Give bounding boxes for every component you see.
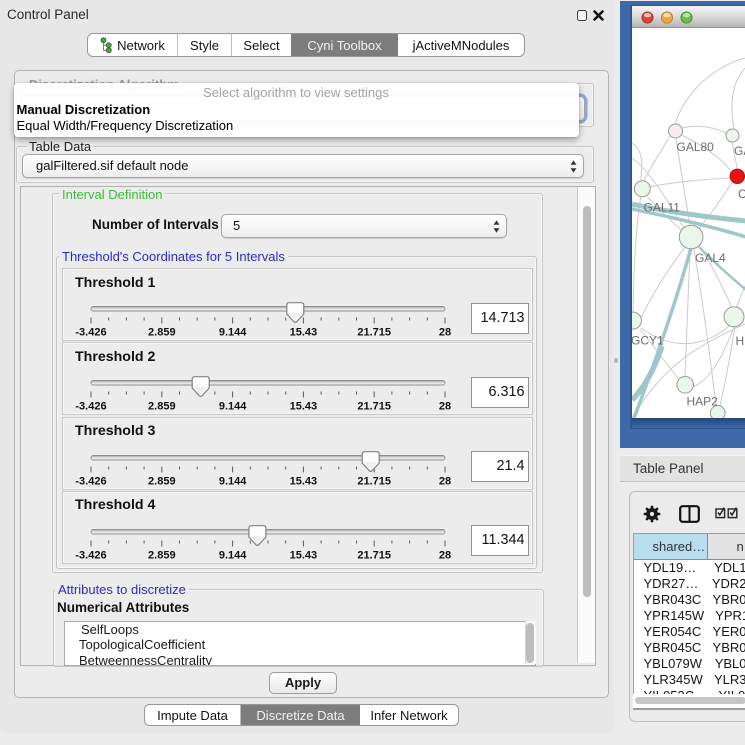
svg-text:28: 28 xyxy=(439,327,451,339)
svg-text:H: H xyxy=(735,334,744,348)
svg-text:2.859: 2.859 xyxy=(148,549,176,561)
svg-text:-3.426: -3.426 xyxy=(75,549,106,561)
svg-text:-3.426: -3.426 xyxy=(75,401,106,413)
svg-text:HAP2: HAP2 xyxy=(686,395,718,409)
svg-text:GA: GA xyxy=(734,144,745,158)
svg-text:21.715: 21.715 xyxy=(357,475,391,487)
svg-text:-3.426: -3.426 xyxy=(75,475,106,487)
svg-text:GAL80: GAL80 xyxy=(676,140,714,154)
svg-text:15.43: 15.43 xyxy=(290,475,318,487)
svg-text:15.43: 15.43 xyxy=(290,549,318,561)
svg-text:9.144: 9.144 xyxy=(219,401,247,413)
svg-text:28: 28 xyxy=(439,401,451,413)
svg-text:GAL4: GAL4 xyxy=(695,251,726,265)
svg-text:2.859: 2.859 xyxy=(148,327,176,339)
svg-text:15.43: 15.43 xyxy=(290,401,318,413)
svg-text:15.43: 15.43 xyxy=(290,327,318,339)
svg-text:GCY1: GCY1 xyxy=(632,334,664,348)
svg-text:28: 28 xyxy=(439,475,451,487)
svg-text:2.859: 2.859 xyxy=(148,475,176,487)
svg-text:9.144: 9.144 xyxy=(219,327,247,339)
svg-text:21.715: 21.715 xyxy=(357,327,391,339)
svg-text:-3.426: -3.426 xyxy=(75,327,106,339)
svg-text:21.715: 21.715 xyxy=(357,549,391,561)
svg-text:28: 28 xyxy=(439,549,451,561)
svg-text:GAL11: GAL11 xyxy=(643,201,680,215)
svg-text:9.144: 9.144 xyxy=(219,549,247,561)
svg-text:2.859: 2.859 xyxy=(148,401,176,413)
svg-text:CY: CY xyxy=(738,187,745,201)
svg-text:21.715: 21.715 xyxy=(357,401,391,413)
svg-text:9.144: 9.144 xyxy=(219,475,247,487)
